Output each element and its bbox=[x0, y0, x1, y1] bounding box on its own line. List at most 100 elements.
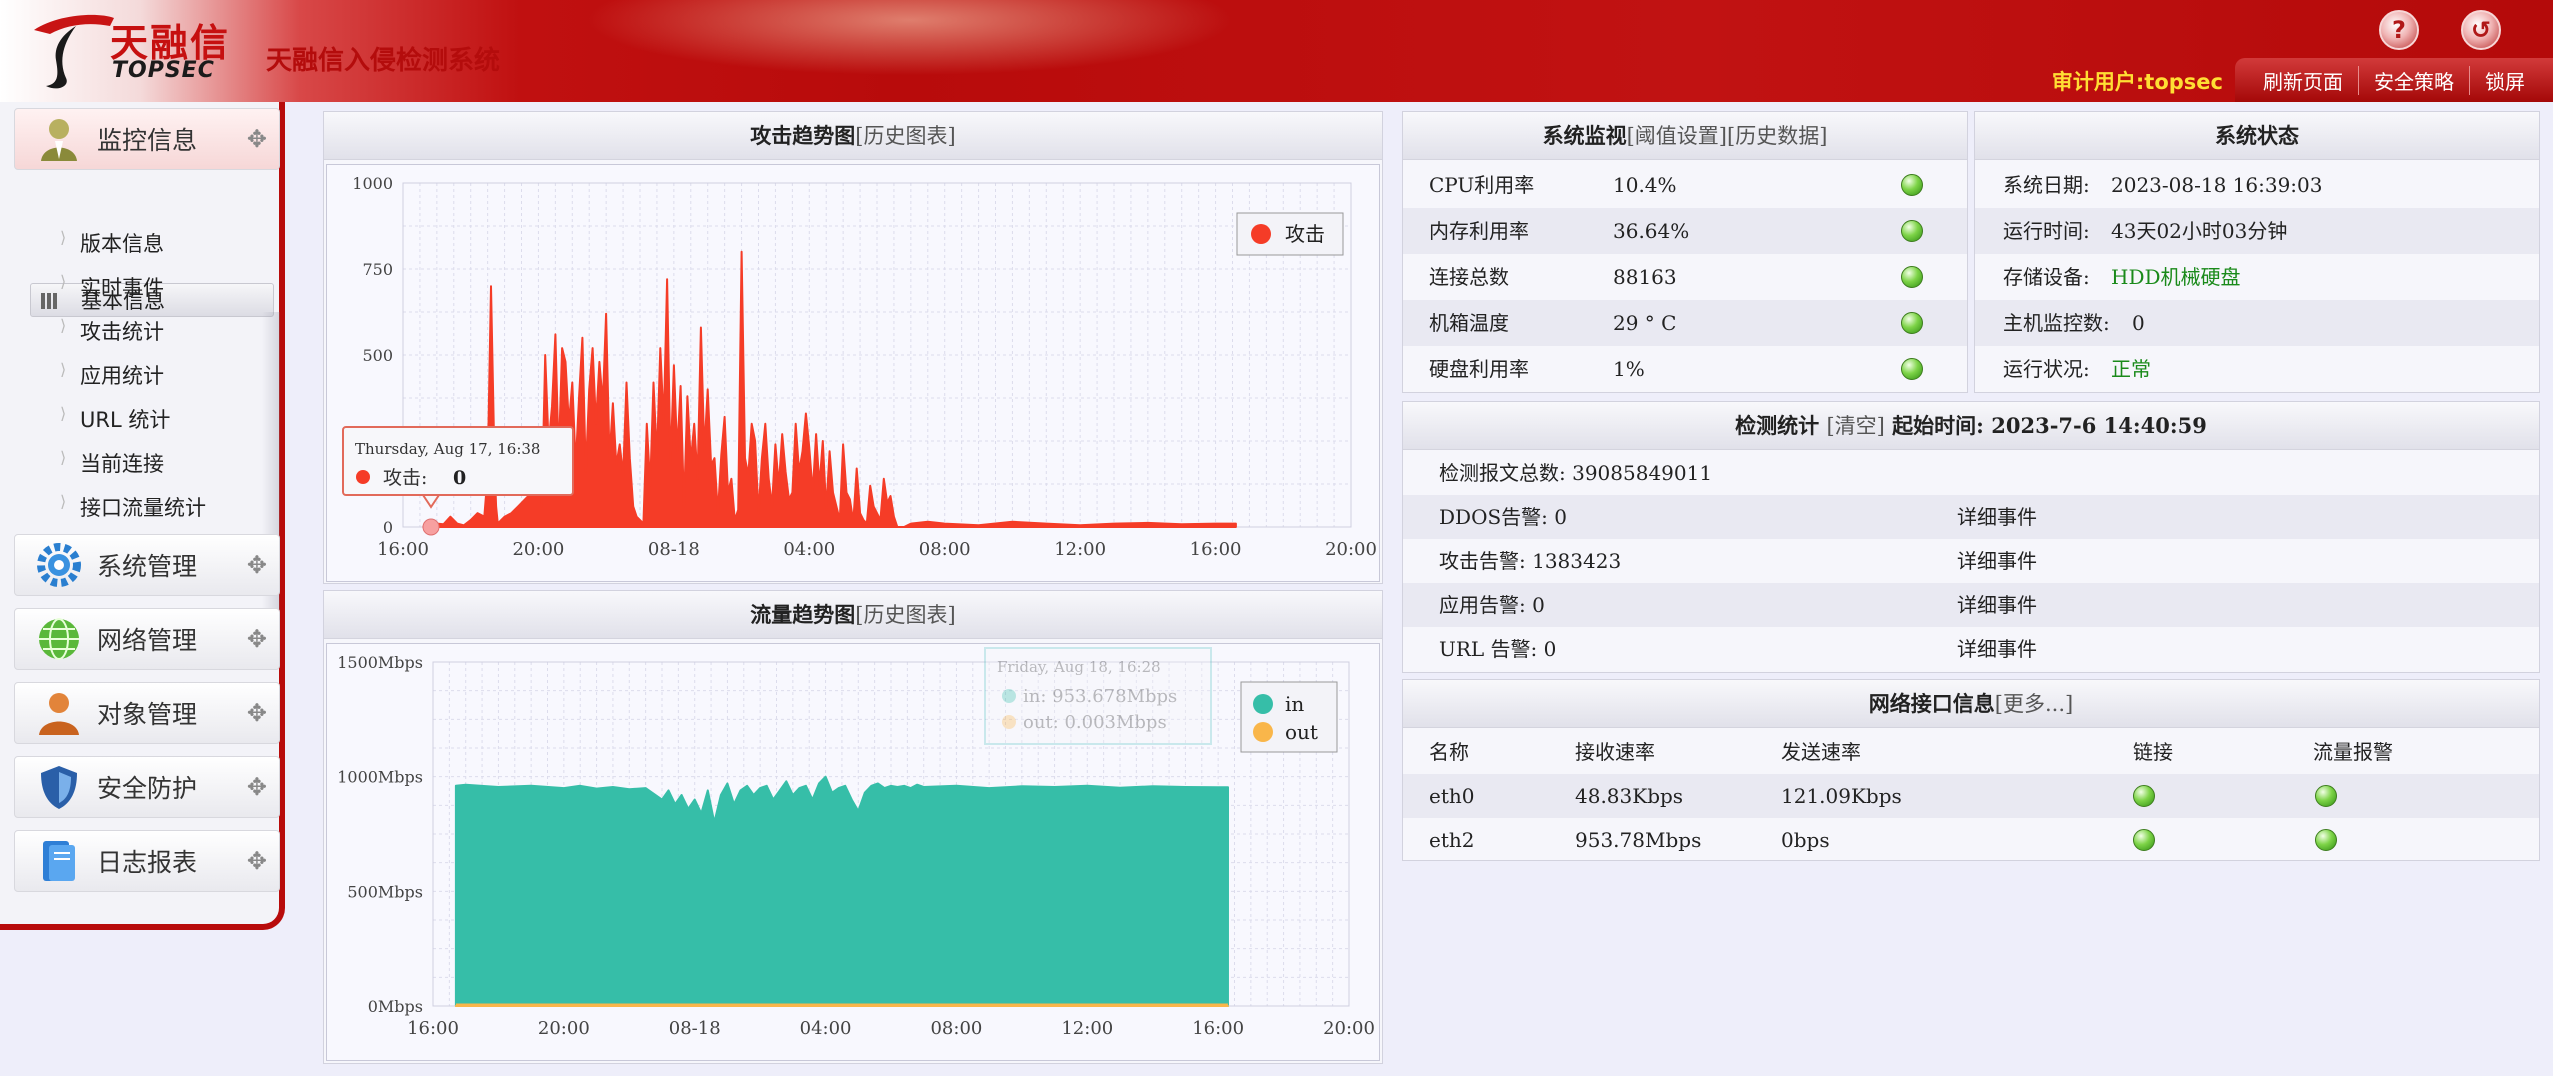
detail-events-link[interactable]: 详细事件 bbox=[1957, 627, 2037, 671]
traffic-chart-title: 流量趋势图 bbox=[750, 602, 856, 627]
status-value: 2023-08-18 16:39:03 bbox=[2111, 173, 2323, 197]
series-area-in bbox=[454, 775, 1229, 1007]
security-policy-button[interactable]: 安全策略 bbox=[2358, 65, 2469, 95]
panel-header: 网络接口信息[更多...] bbox=[1403, 680, 2539, 728]
panel-header: 攻击趋势图[历史图表] bbox=[324, 112, 1382, 160]
detail-events-link[interactable]: 详细事件 bbox=[1957, 583, 2037, 627]
sidebar-group-reports[interactable]: 日志报表 ✥ bbox=[14, 830, 280, 892]
legend-in-marker bbox=[1253, 694, 1273, 714]
header-decoration bbox=[560, 0, 1260, 80]
panel-header: 检测统计 [清空] 起始时间: 2023-7-6 14:40:59 bbox=[1403, 402, 2539, 450]
move-handle-icon[interactable]: ✥ bbox=[247, 551, 267, 579]
move-handle-icon[interactable]: ✥ bbox=[247, 699, 267, 727]
tooltip-in-marker bbox=[1002, 689, 1016, 703]
table-row[interactable]: eth2 953.78Mbps 0bps bbox=[1403, 818, 2539, 862]
status-row: 运行时间: 43天02小时03分钟 bbox=[1975, 208, 2539, 254]
detail-events-link[interactable]: 详细事件 bbox=[1957, 495, 2037, 539]
y-tick-label: 750 bbox=[362, 260, 393, 279]
tooltip-value: 0 bbox=[453, 467, 466, 489]
status-value: 0 bbox=[2132, 311, 2145, 335]
traffic-alarm-ok-icon bbox=[2315, 829, 2337, 851]
person-object-icon bbox=[35, 689, 83, 737]
move-handle-icon[interactable]: ✥ bbox=[247, 847, 267, 875]
network-interface-panel: 网络接口信息[更多...] 名称 接收速率 发送速率 链接 流量报警 eth0 … bbox=[1402, 679, 2540, 861]
x-tick-label: 16:00 bbox=[407, 1018, 459, 1039]
refresh-page-button[interactable]: 刷新页面 bbox=[2235, 66, 2358, 95]
tooltip-faded: Friday, Aug 18, 16:28 in: 953.678Mbps out:… bbox=[984, 647, 1212, 745]
sidebar-group-objects[interactable]: 对象管理 ✥ bbox=[14, 682, 280, 744]
lock-screen-button[interactable]: 锁屏 bbox=[2469, 65, 2540, 95]
sidebar-group-security[interactable]: 安全防护 ✥ bbox=[14, 756, 280, 818]
panel-header: 系统状态 bbox=[1975, 112, 2539, 160]
move-handle-icon[interactable]: ✥ bbox=[247, 625, 267, 653]
status-row: 主机监控数: 0 bbox=[1975, 300, 2539, 346]
col-header-traffic-alarm: 流量报警 bbox=[2313, 740, 2393, 764]
x-tick-label: 08-18 bbox=[669, 1018, 721, 1039]
clear-stats-link[interactable]: [清空] bbox=[1826, 414, 1884, 438]
history-data-link[interactable]: [历史数据] bbox=[1727, 124, 1827, 148]
tooltip-out-marker bbox=[1002, 715, 1016, 729]
x-tick-label: 08-18 bbox=[648, 539, 700, 560]
tooltip-in-value: in: 953.678Mbps bbox=[1023, 686, 1177, 707]
traffic-alarm-ok-icon bbox=[2315, 785, 2337, 807]
globe-icon bbox=[35, 615, 83, 663]
status-ok-icon bbox=[1901, 174, 1923, 196]
x-tick-label: 08:00 bbox=[919, 539, 971, 560]
sidebar-item-realtime-events[interactable]: 实时事件 bbox=[60, 272, 164, 302]
sidebar-item-current-connections[interactable]: 当前连接 bbox=[60, 448, 164, 478]
y-tick-label: 1000Mbps bbox=[337, 768, 423, 787]
move-handle-icon[interactable]: ✥ bbox=[247, 125, 267, 153]
monitor-row: 机箱温度 29 ° C bbox=[1403, 300, 1967, 346]
monitor-row: 硬盘利用率 1% bbox=[1403, 346, 1967, 392]
hover-point bbox=[422, 518, 440, 536]
detail-events-link[interactable]: 详细事件 bbox=[1957, 539, 2037, 583]
monitor-label: 机箱温度 bbox=[1429, 311, 1509, 335]
move-handle-icon[interactable]: ✥ bbox=[247, 773, 267, 801]
sidebar-item-app-stats[interactable]: 应用统计 bbox=[60, 360, 164, 390]
status-label: 主机监控数: bbox=[2003, 311, 2110, 335]
tooltip-date: Thursday, Aug 17, 16:38 bbox=[355, 440, 540, 458]
x-tick-label: 16:00 bbox=[1190, 539, 1242, 560]
more-interfaces-link[interactable]: [更多...] bbox=[1995, 692, 2073, 716]
iface-rx: 953.78Mbps bbox=[1575, 828, 1702, 852]
sidebar-group-monitor[interactable]: 监控信息 ✥ bbox=[14, 108, 280, 170]
sidebar-item-version[interactable]: 版本信息 bbox=[60, 228, 164, 258]
status-row: 存储设备: HDD机械硬盘 bbox=[1975, 254, 2539, 300]
monitor-value: 1% bbox=[1613, 357, 1645, 381]
link-ok-icon bbox=[2133, 829, 2155, 851]
status-row: 运行状况: 正常 bbox=[1975, 346, 2539, 392]
status-ok-icon bbox=[1901, 266, 1923, 288]
traffic-history-link[interactable]: [历史图表] bbox=[855, 603, 955, 627]
status-value: 43天02小时03分钟 bbox=[2111, 219, 2288, 243]
traffic-trend-panel: 流量趋势图[历史图表] 0Mbps 500Mbps 1000Mbps 1500Mbps… bbox=[323, 590, 1383, 1064]
status-label: 存储设备: bbox=[2003, 265, 2090, 289]
threshold-settings-link[interactable]: [阈值设置] bbox=[1627, 124, 1727, 148]
attack-chart-area: 0250500750100016:0020:0008-1804:0008:001… bbox=[326, 164, 1380, 582]
alert-count: 攻击告警: 1383423 bbox=[1439, 549, 1622, 573]
x-tick-label: 20:00 bbox=[1325, 539, 1377, 560]
sidebar-group-network[interactable]: 网络管理 ✥ bbox=[14, 608, 280, 670]
legend-in-label: in bbox=[1285, 692, 1304, 716]
tooltip-out-value: out: 0.003Mbps bbox=[1023, 712, 1167, 733]
x-tick-label: 16:00 bbox=[377, 539, 429, 560]
logout-icon[interactable]: ↺ bbox=[2461, 10, 2501, 50]
system-status-panel: 系统状态 系统日期: 2023-08-18 16:39:03 运行时间: 43天… bbox=[1974, 111, 2540, 393]
help-icon[interactable]: ? bbox=[2379, 10, 2419, 50]
table-row[interactable]: eth0 48.83Kbps 121.09Kbps bbox=[1403, 774, 2539, 818]
sidebar-item-interface-traffic[interactable]: 接口流量统计 bbox=[60, 492, 206, 522]
sidebar-group-system[interactable]: 系统管理 ✥ bbox=[14, 534, 280, 596]
y-tick-label: 1000 bbox=[352, 174, 393, 193]
gear-icon bbox=[35, 541, 83, 589]
attack-history-link[interactable]: [历史图表] bbox=[855, 124, 955, 148]
col-header-link: 链接 bbox=[2133, 740, 2173, 764]
start-time-label: 起始时间: bbox=[1892, 413, 1984, 438]
legend-attack-marker bbox=[1251, 224, 1271, 244]
status-value: 正常 bbox=[2111, 357, 2151, 381]
sidebar-item-url-stats[interactable]: URL 统计 bbox=[60, 404, 170, 434]
status-value: HDD机械硬盘 bbox=[2111, 265, 2241, 289]
status-ok-icon bbox=[1901, 358, 1923, 380]
attack-chart: 0250500750100016:0020:0008-1804:0008:001… bbox=[342, 174, 1377, 560]
sidebar-item-attack-stats[interactable]: 攻击统计 bbox=[60, 316, 164, 346]
monitor-label: 连接总数 bbox=[1429, 265, 1509, 289]
x-tick-label: 04:00 bbox=[783, 539, 835, 560]
